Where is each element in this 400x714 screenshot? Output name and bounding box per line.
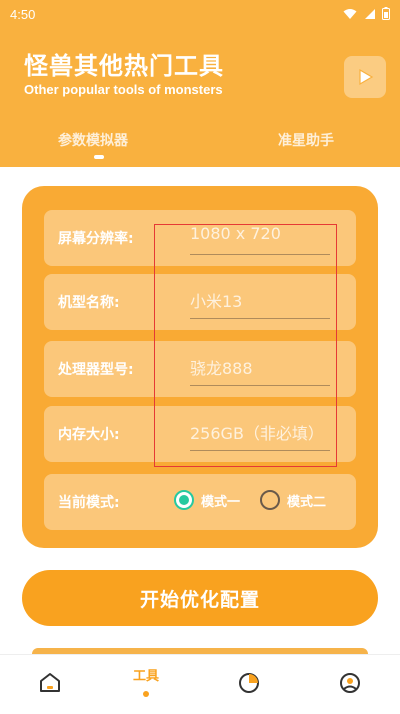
home-icon: [40, 673, 60, 692]
mode-two-radio[interactable]: [260, 490, 280, 510]
page-title: 怪兽其他热门工具: [24, 52, 224, 80]
mode-two-label: 模式二: [287, 494, 327, 510]
signal-icon: [365, 8, 375, 19]
start-optimize-button[interactable]: 开始优化配置: [22, 570, 378, 626]
nav-profile[interactable]: [338, 671, 362, 695]
play-icon: [359, 68, 374, 86]
status-icons: [343, 7, 390, 20]
nav-tools-label: 工具: [133, 669, 160, 684]
mode-two-option[interactable]: 模式二: [260, 490, 326, 510]
mode-label: 当前模式:: [58, 495, 120, 511]
processor-label: 处理器型号:: [58, 362, 134, 378]
mode-one-radio[interactable]: [174, 490, 194, 510]
resolution-label: 屏幕分辨率:: [58, 231, 134, 247]
mode-one-option[interactable]: 模式一: [174, 490, 240, 510]
nav-active-dot: [143, 691, 149, 697]
highlight-frame: [154, 224, 337, 467]
wifi-icon: [343, 8, 357, 19]
bottom-nav: 工具: [0, 654, 400, 714]
status-bar: 4:50: [0, 0, 400, 30]
nav-tools[interactable]: 工具: [133, 665, 159, 697]
page-subtitle: Other popular tools of monsters: [24, 82, 223, 97]
profile-icon: [340, 673, 360, 693]
tab-active-indicator: [94, 155, 104, 159]
tab-parameter-simulator[interactable]: 参数模拟器: [58, 130, 128, 150]
mode-one-label: 模式一: [201, 494, 241, 510]
nav-chart[interactable]: [237, 671, 261, 695]
chart-icon: [239, 673, 259, 693]
model-label: 机型名称:: [58, 295, 120, 311]
nav-home[interactable]: [38, 671, 62, 695]
status-time: 4:50: [10, 7, 36, 22]
mode-row: 当前模式: 模式一 模式二: [44, 474, 356, 530]
memory-label: 内存大小:: [58, 427, 120, 443]
play-button[interactable]: [344, 56, 386, 98]
tab-crosshair-assistant[interactable]: 准星助手: [278, 130, 334, 150]
battery-icon: [382, 7, 390, 20]
app-header: 怪兽其他热门工具 Other popular tools of monsters…: [0, 30, 400, 167]
